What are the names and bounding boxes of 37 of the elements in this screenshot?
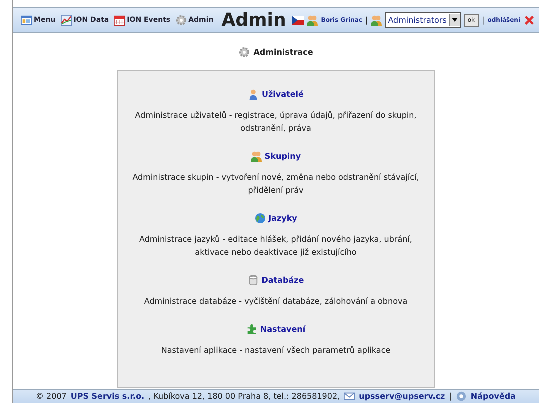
users-icon <box>371 14 382 26</box>
section-heading: Administrace <box>254 48 314 57</box>
section-link[interactable]: Databáze <box>262 276 304 285</box>
company-link[interactable]: UPS Servis s.r.o. <box>70 392 145 401</box>
section-description: Nastavení aplikace - nastavení všech parametrů aplikace <box>160 345 392 357</box>
users-icon <box>250 151 262 162</box>
section-description: Administrace skupin - vytvoření nové, změna nebo odstranění stávající, přidělení práv <box>132 172 420 197</box>
calendar-icon <box>114 14 126 26</box>
separator: | <box>365 16 368 24</box>
database-icon <box>248 275 259 286</box>
section-description: Administrace jazyků - editace hlášek, přidání nového jazyka, ubrání, aktivace nebo deaktivace již existujícího <box>138 234 414 259</box>
gear-icon <box>176 14 187 26</box>
user-icon <box>248 89 260 100</box>
section-link[interactable]: Jazyky <box>268 214 298 223</box>
envelope-icon <box>344 391 356 402</box>
section-description: Administrace databáze - vyčištění databáze, zálohování a obnova <box>143 296 409 308</box>
copyright: © 2007 <box>36 392 67 401</box>
help-link[interactable]: Nápověda <box>470 392 516 401</box>
address-text: , Kubíkova 12, 180 00 Praha 8, tel.: 286581902, <box>148 392 340 401</box>
separator: | <box>449 392 452 401</box>
separator: | <box>482 16 485 24</box>
users-icon <box>307 14 318 26</box>
section-description: Administrace uživatelů - registrace, úprava údajů, přiřazení do skupin, odstranění, práva <box>134 110 418 135</box>
section-link[interactable]: Skupiny <box>264 152 302 161</box>
section-link[interactable]: Uživatelé <box>262 90 304 99</box>
puzzle-icon <box>246 324 258 335</box>
section-link[interactable]: Nastavení <box>260 325 306 334</box>
chart-icon <box>60 14 72 26</box>
flag-icon[interactable] <box>292 16 304 24</box>
window-icon <box>21 14 32 26</box>
globe-icon <box>254 213 266 224</box>
close-icon[interactable] <box>524 14 535 26</box>
page-title: Admin <box>222 10 286 30</box>
caret-icon <box>452 18 458 22</box>
email-link[interactable]: upsserv@upserv.cz <box>359 392 446 401</box>
role-select[interactable]: Administrators <box>385 12 461 28</box>
gear-icon <box>238 47 250 58</box>
